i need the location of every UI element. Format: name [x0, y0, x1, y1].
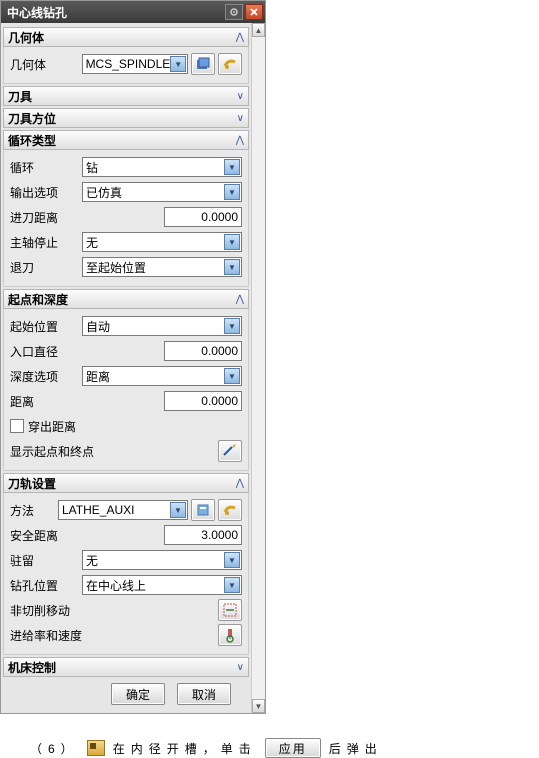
method-view-button[interactable] — [191, 499, 215, 521]
dist-input[interactable]: 0.0000 — [164, 391, 242, 411]
scroll-up-icon[interactable]: ▲ — [252, 23, 265, 37]
cycle-combo[interactable]: 钻 ▼ — [82, 157, 242, 177]
india-label: 入口直径 — [10, 343, 82, 360]
safedist-label: 安全距离 — [10, 527, 82, 544]
section-title: 刀轨设置 — [8, 475, 236, 492]
geometry-view-button[interactable] — [191, 53, 215, 75]
scrollbar[interactable]: ▲ ▼ — [251, 23, 265, 713]
feed-label: 进给率和速度 — [10, 627, 82, 644]
feed-button[interactable] — [218, 624, 242, 646]
chevron-down-icon: ▼ — [224, 234, 240, 250]
output-label: 输出选项 — [10, 184, 82, 201]
through-checkbox[interactable] — [10, 419, 24, 433]
section-startdepth-body: 起始位置 自动 ▼ 入口直径 0.0000 深度选项 距离 ▼ — [3, 309, 249, 471]
chevron-down-icon: ⋀ — [236, 294, 244, 305]
chevron-down-icon: ∨ — [237, 91, 244, 102]
section-title: 循环类型 — [8, 132, 236, 149]
drillpos-combo[interactable]: 在中心线上 ▼ — [82, 575, 242, 595]
section-title: 几何体 — [8, 29, 236, 46]
output-combo[interactable]: 已仿真 ▼ — [82, 182, 242, 202]
chevron-down-icon: ▼ — [224, 577, 240, 593]
chevron-down-icon: ▼ — [224, 184, 240, 200]
chevron-down-icon: ▼ — [170, 502, 186, 518]
chevron-down-icon: ▼ — [224, 368, 240, 384]
showpts-button[interactable] — [218, 440, 242, 462]
through-label: 穿出距离 — [28, 418, 76, 435]
settings-icon[interactable] — [225, 4, 243, 20]
close-button[interactable] — [245, 4, 263, 20]
section-startdepth-header[interactable]: 起点和深度 ⋀ — [3, 289, 249, 309]
chevron-down-icon: ▼ — [224, 552, 240, 568]
dialog-body: 几何体 ⋀ 几何体 MCS_SPINDLE ▼ — [1, 23, 265, 713]
geometry-edit-button[interactable] — [218, 53, 242, 75]
safedist-input[interactable]: 3.0000 — [164, 525, 242, 545]
section-cycle-header[interactable]: 循环类型 ⋀ — [3, 130, 249, 150]
method-edit-button[interactable] — [218, 499, 242, 521]
engage-input[interactable]: 0.0000 — [164, 207, 242, 227]
chevron-down-icon: ⋀ — [236, 135, 244, 146]
depthopt-combo[interactable]: 距离 ▼ — [82, 366, 242, 386]
geometry-label: 几何体 — [10, 56, 82, 73]
chevron-down-icon: ▼ — [224, 259, 240, 275]
section-title: 机床控制 — [8, 659, 237, 676]
method-label: 方法 — [10, 502, 58, 519]
section-cycle-body: 循环 钻 ▼ 输出选项 已仿真 ▼ 进刀距离 0.0000 — [3, 150, 249, 287]
startpos-label: 起始位置 — [10, 318, 82, 335]
apply-button[interactable]: 应用 — [265, 738, 321, 758]
caption: （6） 在内径开槽，单击 应用 后弹出 — [0, 714, 539, 758]
section-path-body: 方法 LATHE_AUXI ▼ 安全距离 3.0000 — [3, 493, 249, 655]
drillpos-label: 钻孔位置 — [10, 577, 82, 594]
chevron-down-icon: ▼ — [170, 56, 186, 72]
noncut-button[interactable] — [218, 599, 242, 621]
section-toolaxis-header[interactable]: 刀具方位 ∨ — [3, 108, 249, 128]
dialog: 中心线钻孔 几何体 ⋀ 几何体 MCS_SPINDLE ▼ — [0, 0, 266, 714]
cycle-label: 循环 — [10, 159, 82, 176]
scroll-down-icon[interactable]: ▼ — [252, 699, 265, 713]
section-path-header[interactable]: 刀轨设置 ⋀ — [3, 473, 249, 493]
folder-icon — [87, 740, 105, 756]
retract-combo[interactable]: 至起始位置 ▼ — [82, 257, 242, 277]
chevron-down-icon: ∨ — [237, 113, 244, 124]
ok-button[interactable]: 确定 — [111, 683, 165, 705]
engage-label: 进刀距离 — [10, 209, 82, 226]
geometry-combo[interactable]: MCS_SPINDLE ▼ — [82, 54, 189, 74]
cancel-button[interactable]: 取消 — [177, 683, 231, 705]
titlebar[interactable]: 中心线钻孔 — [1, 1, 265, 23]
dwell-label: 驻留 — [10, 552, 82, 569]
chevron-down-icon: ▼ — [224, 159, 240, 175]
spindle-combo[interactable]: 无 ▼ — [82, 232, 242, 252]
retract-label: 退刀 — [10, 259, 82, 276]
section-tool-header[interactable]: 刀具 ∨ — [3, 86, 249, 106]
section-geometry-body: 几何体 MCS_SPINDLE ▼ — [3, 47, 249, 84]
dialog-title: 中心线钻孔 — [3, 4, 223, 21]
caption-text2: 后弹出 — [329, 740, 383, 757]
showpts-label: 显示起点和终点 — [10, 443, 94, 460]
dwell-combo[interactable]: 无 ▼ — [82, 550, 242, 570]
depthopt-label: 深度选项 — [10, 368, 82, 385]
spindle-label: 主轴停止 — [10, 234, 82, 251]
dist-label: 距离 — [10, 393, 82, 410]
section-geometry-header[interactable]: 几何体 ⋀ — [3, 27, 249, 47]
noncut-label: 非切削移动 — [10, 602, 70, 619]
section-title: 刀具方位 — [8, 110, 237, 127]
india-input[interactable]: 0.0000 — [164, 341, 242, 361]
chevron-down-icon: ⋀ — [236, 32, 244, 43]
section-title: 起点和深度 — [8, 291, 236, 308]
startpos-combo[interactable]: 自动 ▼ — [82, 316, 242, 336]
section-title: 刀具 — [8, 88, 237, 105]
caption-text1: 在内径开槽，单击 — [113, 740, 257, 757]
chevron-down-icon: ∨ — [237, 662, 244, 673]
chevron-down-icon: ⋀ — [236, 478, 244, 489]
dialog-footer: 确定 取消 — [3, 677, 249, 711]
section-machine-header[interactable]: 机床控制 ∨ — [3, 657, 249, 677]
caption-num: （6） — [30, 740, 79, 757]
method-combo[interactable]: LATHE_AUXI ▼ — [58, 500, 188, 520]
chevron-down-icon: ▼ — [224, 318, 240, 334]
